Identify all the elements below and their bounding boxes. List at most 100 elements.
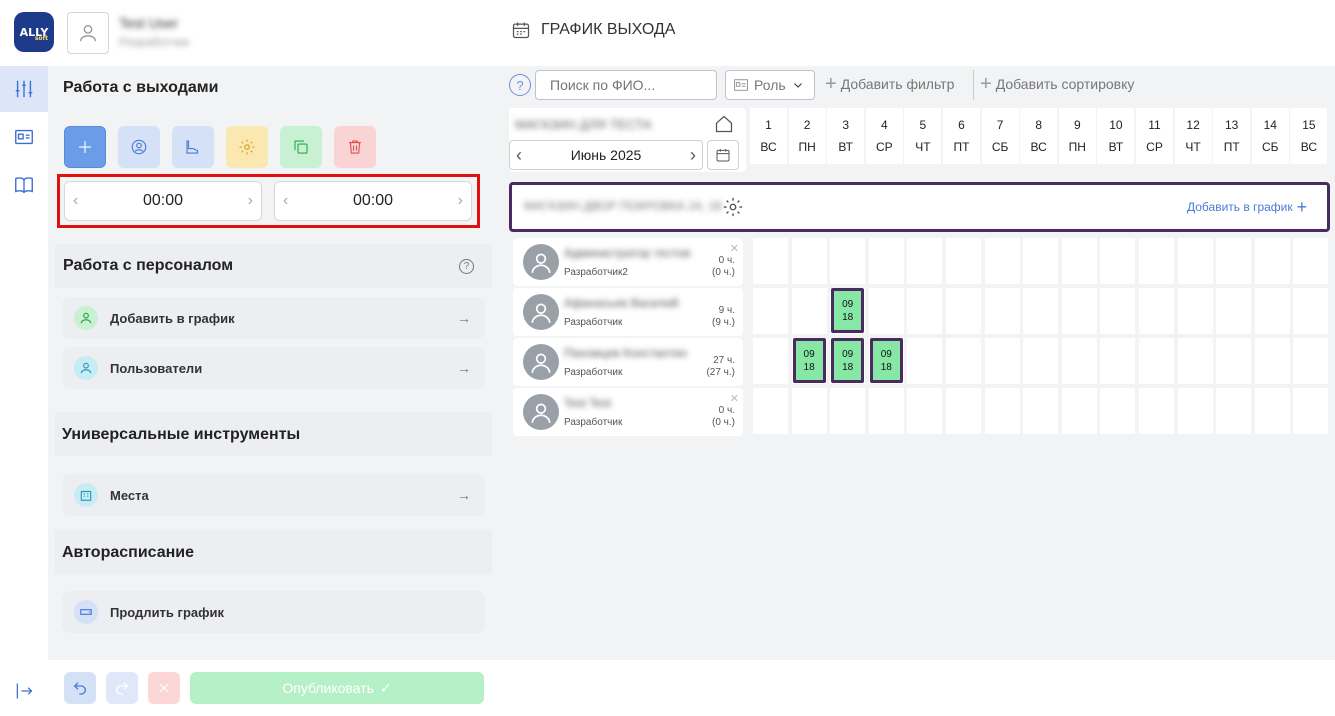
end-time-next-icon[interactable]: › xyxy=(458,192,463,210)
schedule-cell[interactable] xyxy=(1254,338,1290,384)
schedule-cell[interactable] xyxy=(753,288,788,334)
schedule-cell[interactable] xyxy=(1216,338,1252,384)
schedule-cell[interactable] xyxy=(946,338,981,384)
menu-places[interactable]: Места → xyxy=(62,474,485,516)
schedule-cell[interactable] xyxy=(1023,338,1059,384)
schedule-cell[interactable] xyxy=(1061,338,1097,384)
schedule-cell[interactable] xyxy=(1177,338,1213,384)
month-prev-icon[interactable]: ‹ xyxy=(516,145,522,166)
schedule-cell[interactable] xyxy=(1216,288,1252,334)
schedule-cell[interactable] xyxy=(868,388,904,434)
add-to-schedule-link[interactable]: Добавить в график + xyxy=(1187,198,1307,216)
shoe-button[interactable] xyxy=(172,126,214,168)
schedule-cell[interactable] xyxy=(1100,288,1136,334)
help-button[interactable]: ? xyxy=(509,74,531,96)
shift-block[interactable]: 09 18 xyxy=(831,288,865,333)
schedule-cell[interactable] xyxy=(1216,388,1252,434)
start-time-value[interactable]: 00:00 xyxy=(143,192,183,210)
schedule-cell[interactable] xyxy=(1177,388,1213,434)
schedule-cell[interactable] xyxy=(1177,238,1213,284)
end-time-value[interactable]: 00:00 xyxy=(353,192,393,210)
schedule-cell[interactable] xyxy=(1100,338,1136,384)
schedule-cell[interactable] xyxy=(1254,288,1290,334)
start-time-next-icon[interactable]: › xyxy=(248,192,253,210)
menu-users[interactable]: Пользователи → xyxy=(62,347,485,389)
close-icon[interactable]: ✕ xyxy=(730,392,739,405)
schedule-cell[interactable] xyxy=(791,238,827,284)
schedule-cell[interactable] xyxy=(1216,238,1252,284)
schedule-cell[interactable] xyxy=(984,238,1020,284)
role-select[interactable]: Роль xyxy=(725,70,815,100)
schedule-cell[interactable] xyxy=(1293,288,1329,334)
shift-block[interactable]: 09 18 xyxy=(792,338,826,383)
user-avatar[interactable] xyxy=(67,12,109,54)
employee-card[interactable]: Test Test Разработчик 0 ч. (0 ч.) ✕ xyxy=(513,388,743,436)
help-icon[interactable]: ? xyxy=(459,259,474,274)
schedule-cell[interactable] xyxy=(1023,238,1059,284)
schedule-cell[interactable] xyxy=(1023,388,1059,434)
schedule-cell[interactable] xyxy=(984,338,1020,384)
rail-logout[interactable] xyxy=(0,668,48,714)
search-input[interactable] xyxy=(535,70,717,100)
publish-button[interactable]: Опубликовать ✓ xyxy=(190,672,484,704)
shift-block[interactable]: 09 18 xyxy=(831,338,865,383)
employee-card[interactable]: Афанасьев Василий Разработчик 9 ч. (9 ч.) xyxy=(513,288,743,336)
schedule-cell[interactable] xyxy=(753,388,788,434)
schedule-cell[interactable] xyxy=(1293,338,1329,384)
schedule-cell[interactable] xyxy=(791,288,827,334)
month-next-icon[interactable]: › xyxy=(690,145,696,166)
undo-button[interactable] xyxy=(64,672,96,704)
schedule-cell[interactable] xyxy=(984,288,1020,334)
schedule-cell[interactable] xyxy=(791,388,827,434)
schedule-cell[interactable] xyxy=(984,388,1020,434)
employee-card[interactable]: Пахомцев Константин Разработчик 27 ч. (27 ч… xyxy=(513,338,743,386)
schedule-cell[interactable] xyxy=(1023,288,1059,334)
schedule-cell[interactable] xyxy=(1061,238,1097,284)
add-button[interactable] xyxy=(64,126,106,168)
schedule-cell[interactable] xyxy=(868,288,904,334)
rail-settings[interactable] xyxy=(0,66,48,112)
schedule-cell[interactable] xyxy=(907,388,943,434)
shift-block[interactable]: 09 18 xyxy=(869,338,903,383)
schedule-cell[interactable] xyxy=(1293,238,1329,284)
schedule-cell[interactable] xyxy=(753,238,788,284)
schedule-cell[interactable] xyxy=(1139,238,1174,284)
copy-button[interactable] xyxy=(280,126,322,168)
menu-extend-schedule[interactable]: Продлить график xyxy=(62,591,485,633)
schedule-cell[interactable] xyxy=(946,288,981,334)
calendar-picker-button[interactable] xyxy=(707,140,739,170)
add-filter-button[interactable]: + Добавить фильтр xyxy=(825,74,954,94)
close-icon[interactable]: ✕ xyxy=(730,242,739,255)
add-sort-button[interactable]: + Добавить сортировку xyxy=(980,74,1134,94)
schedule-cell[interactable] xyxy=(907,338,943,384)
select-person-button[interactable] xyxy=(118,126,160,168)
schedule-cell[interactable] xyxy=(830,388,866,434)
gear-icon[interactable] xyxy=(722,196,744,223)
start-time-prev-icon[interactable]: ‹ xyxy=(73,192,78,210)
schedule-cell[interactable] xyxy=(1293,388,1329,434)
schedule-cell[interactable] xyxy=(1254,238,1290,284)
schedule-cell[interactable] xyxy=(1139,288,1174,334)
schedule-cell[interactable] xyxy=(1254,388,1290,434)
schedule-cell[interactable] xyxy=(1100,238,1136,284)
schedule-cell[interactable] xyxy=(753,338,788,384)
redo-button[interactable] xyxy=(106,672,138,704)
schedule-cell[interactable] xyxy=(907,288,943,334)
rail-card[interactable] xyxy=(0,114,48,160)
rail-book[interactable] xyxy=(0,162,48,208)
schedule-cell[interactable] xyxy=(1177,288,1213,334)
end-time-prev-icon[interactable]: ‹ xyxy=(283,192,288,210)
schedule-cell[interactable] xyxy=(1100,388,1136,434)
delete-button[interactable] xyxy=(334,126,376,168)
start-time-picker[interactable]: ‹ 00:00 › xyxy=(64,181,262,221)
schedule-cell[interactable] xyxy=(1139,338,1174,384)
settings-button[interactable] xyxy=(226,126,268,168)
schedule-cell[interactable] xyxy=(1061,288,1097,334)
menu-add-to-schedule[interactable]: Добавить в график → xyxy=(62,297,485,339)
schedule-cell[interactable] xyxy=(830,238,866,284)
employee-card[interactable]: Администратор тестов Разработчик2 0 ч. (0 ч… xyxy=(513,238,743,286)
schedule-cell[interactable] xyxy=(946,388,981,434)
schedule-cell[interactable] xyxy=(1139,388,1174,434)
schedule-cell[interactable] xyxy=(868,238,904,284)
schedule-cell[interactable] xyxy=(907,238,943,284)
